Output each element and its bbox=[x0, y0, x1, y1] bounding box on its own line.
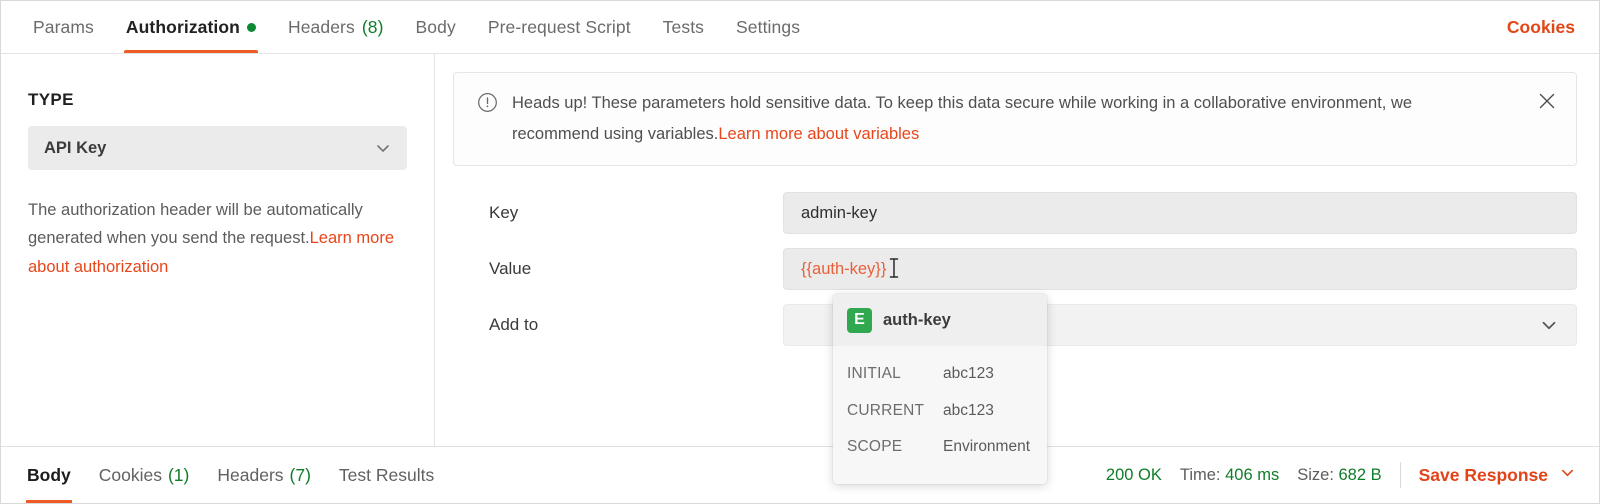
response-time-value: 406 ms bbox=[1225, 465, 1280, 484]
postman-request-pane: Params Authorization Headers (8) Body Pr… bbox=[0, 0, 1600, 504]
tab-authorization[interactable]: Authorization bbox=[110, 1, 272, 53]
save-response-label: Save Response bbox=[1418, 464, 1548, 485]
value-input[interactable]: {{auth-key}} bbox=[783, 248, 1577, 291]
statusbar-divider bbox=[1399, 462, 1401, 488]
tab-body[interactable]: Body bbox=[400, 1, 472, 53]
popover-row-value: abc123 bbox=[943, 401, 994, 419]
tab-count: (8) bbox=[361, 16, 384, 37]
close-icon[interactable] bbox=[1536, 90, 1558, 112]
text-cursor-icon bbox=[888, 256, 900, 285]
popover-row-current: CURRENT abc123 bbox=[833, 393, 1047, 430]
value-label: Value bbox=[489, 259, 532, 279]
popover-row-value: Environment bbox=[943, 438, 1031, 456]
banner-message: Heads up! These parameters hold sensitiv… bbox=[512, 94, 1413, 143]
chevron-down-icon bbox=[373, 138, 393, 158]
auth-active-dot-icon bbox=[246, 22, 256, 32]
cookies-link[interactable]: Cookies bbox=[1501, 1, 1581, 53]
tab-label: Headers bbox=[287, 16, 355, 37]
tab-params[interactable]: Params bbox=[17, 1, 110, 53]
popover-row-key: SCOPE bbox=[847, 438, 903, 456]
form-row-key: Key admin-key bbox=[453, 192, 1577, 235]
alert-circle-icon bbox=[476, 91, 499, 119]
response-statusbar: Body Cookies (1) Headers (7) Test Result… bbox=[1, 446, 1599, 503]
auth-help-text: The authorization header will be automat… bbox=[28, 196, 407, 281]
tab-label: Params bbox=[33, 16, 94, 37]
chevron-down-icon bbox=[1538, 314, 1560, 336]
variable-name: auth-key bbox=[883, 310, 951, 329]
auth-type-pane: TYPE API Key The authorization header wi… bbox=[1, 54, 435, 446]
response-tab-cookies[interactable]: Cookies (1) bbox=[85, 447, 204, 503]
response-tab-label: Body bbox=[27, 464, 71, 485]
variable-preview-popover: E auth-key INITIAL abc123 CURRENT abc123… bbox=[833, 294, 1047, 484]
popover-row-initial: INITIAL abc123 bbox=[833, 356, 1047, 393]
key-input-value: admin-key bbox=[801, 203, 878, 222]
chevron-down-icon[interactable] bbox=[1558, 463, 1577, 487]
tab-pre-request-script[interactable]: Pre-request Script bbox=[472, 1, 647, 53]
tabbar-spacer bbox=[816, 1, 1501, 53]
response-meta: 200 OK Time: 406 ms Size: 682 B bbox=[1106, 466, 1382, 485]
response-tab-test-results[interactable]: Test Results bbox=[325, 447, 448, 503]
auth-type-value: API Key bbox=[44, 138, 107, 157]
response-size: Size: 682 B bbox=[1297, 466, 1381, 485]
value-input-value: {{auth-key}} bbox=[801, 259, 887, 278]
key-input[interactable]: admin-key bbox=[783, 192, 1577, 235]
tab-label: Pre-request Script bbox=[487, 16, 631, 37]
status-code-badge: 200 OK bbox=[1105, 465, 1162, 484]
response-tab-body[interactable]: Body bbox=[13, 447, 85, 503]
popover-body: INITIAL abc123 CURRENT abc123 SCOPE Envi… bbox=[833, 346, 1047, 466]
tab-label: Tests bbox=[662, 16, 705, 37]
banner-inner: Heads up! These parameters hold sensitiv… bbox=[476, 88, 1518, 149]
auth-type-select[interactable]: API Key bbox=[28, 126, 407, 170]
response-tab-headers[interactable]: Headers (7) bbox=[203, 447, 325, 503]
response-tab-label: Test Results bbox=[338, 464, 435, 485]
response-tab-label: Cookies bbox=[98, 464, 162, 485]
request-tabbar: Params Authorization Headers (8) Body Pr… bbox=[1, 1, 1599, 54]
popover-header: E auth-key bbox=[833, 294, 1047, 346]
save-response-button[interactable]: Save Response bbox=[1419, 463, 1577, 487]
form-row-value: Value {{auth-key}} bbox=[453, 248, 1577, 291]
tab-settings[interactable]: Settings bbox=[720, 1, 816, 53]
popover-row-key: CURRENT bbox=[847, 401, 925, 419]
add-to-label: Add to bbox=[489, 315, 539, 335]
response-time-label: Time: bbox=[1179, 465, 1221, 484]
popover-row-key: INITIAL bbox=[847, 365, 901, 383]
response-size-value: 682 B bbox=[1338, 465, 1382, 484]
tab-label: Settings bbox=[736, 16, 801, 37]
key-label: Key bbox=[489, 203, 519, 223]
banner-text: Heads up! These parameters hold sensitiv… bbox=[512, 88, 1472, 149]
tab-label: Body bbox=[415, 16, 456, 37]
tab-tests[interactable]: Tests bbox=[647, 1, 720, 53]
response-tab-count: (1) bbox=[167, 464, 190, 485]
popover-row-value: abc123 bbox=[943, 365, 994, 383]
environment-badge-icon: E bbox=[847, 307, 872, 333]
tab-label: Authorization bbox=[125, 16, 240, 37]
response-tab-label: Headers bbox=[217, 464, 284, 485]
tab-headers[interactable]: Headers (8) bbox=[272, 1, 400, 53]
response-size-label: Size: bbox=[1297, 465, 1334, 484]
banner-link[interactable]: Learn more about variables bbox=[718, 125, 919, 143]
response-tab-count: (7) bbox=[289, 464, 311, 485]
response-time: Time: 406 ms bbox=[1180, 466, 1279, 485]
sensitive-data-banner: Heads up! These parameters hold sensitiv… bbox=[453, 72, 1577, 167]
auth-content: TYPE API Key The authorization header wi… bbox=[1, 54, 1599, 446]
type-heading: TYPE bbox=[28, 90, 74, 109]
popover-row-scope: SCOPE Environment bbox=[833, 429, 1047, 466]
